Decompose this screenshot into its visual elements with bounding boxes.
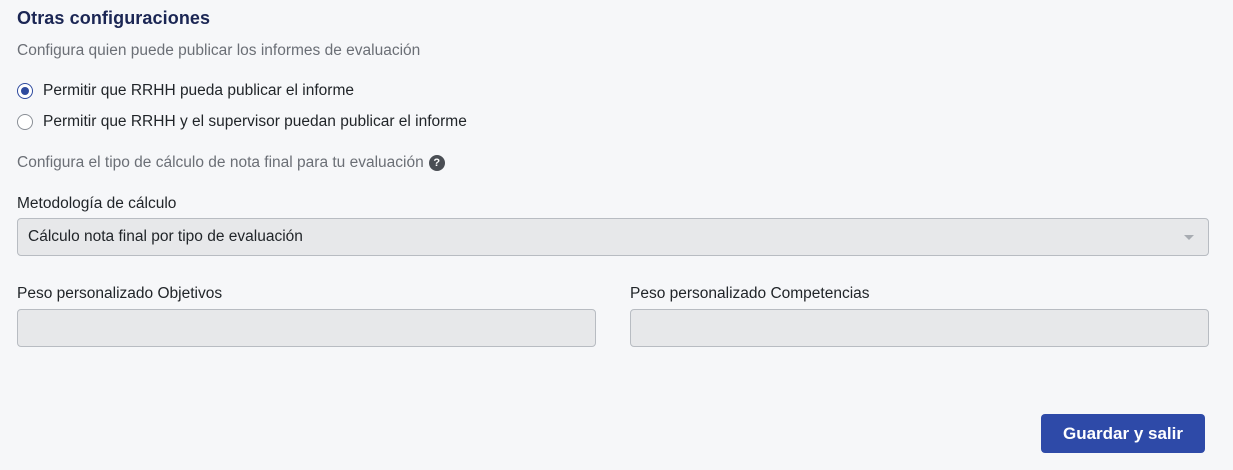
publish-description: Configura quien puede publicar los infor…	[17, 42, 421, 59]
radio-button-checked[interactable]	[17, 83, 33, 99]
calculation-description-row: Configura el tipo de cálculo de nota fin…	[17, 154, 445, 172]
calculation-description: Configura el tipo de cálculo de nota fin…	[17, 154, 424, 171]
objectives-weight-input[interactable]	[17, 309, 596, 347]
section-title: Otras configuraciones	[17, 8, 211, 28]
radio-option-hr-and-supervisor[interactable]: Permitir que RRHH y el supervisor puedan…	[17, 113, 467, 131]
radio-label: Permitir que RRHH y el supervisor puedan…	[43, 113, 467, 130]
method-select[interactable]: Cálculo nota final por tipo de evaluació…	[17, 218, 1209, 256]
objectives-weight-label: Peso personalizado Objetivos	[17, 285, 223, 302]
help-icon[interactable]: ?	[428, 155, 445, 171]
caret-down-icon	[1184, 235, 1194, 240]
method-label: Metodología de cálculo	[17, 195, 177, 212]
radio-label: Permitir que RRHH pueda publicar el info…	[43, 82, 354, 99]
save-and-exit-button[interactable]: Guardar y salir	[1041, 414, 1205, 453]
competencies-weight-input[interactable]	[630, 309, 1209, 347]
competencies-weight-label: Peso personalizado Competencias	[630, 285, 870, 302]
radio-button-unchecked[interactable]	[17, 114, 33, 130]
radio-option-hr-only[interactable]: Permitir que RRHH pueda publicar el info…	[17, 82, 354, 100]
method-select-value: Cálculo nota final por tipo de evaluació…	[28, 228, 303, 245]
